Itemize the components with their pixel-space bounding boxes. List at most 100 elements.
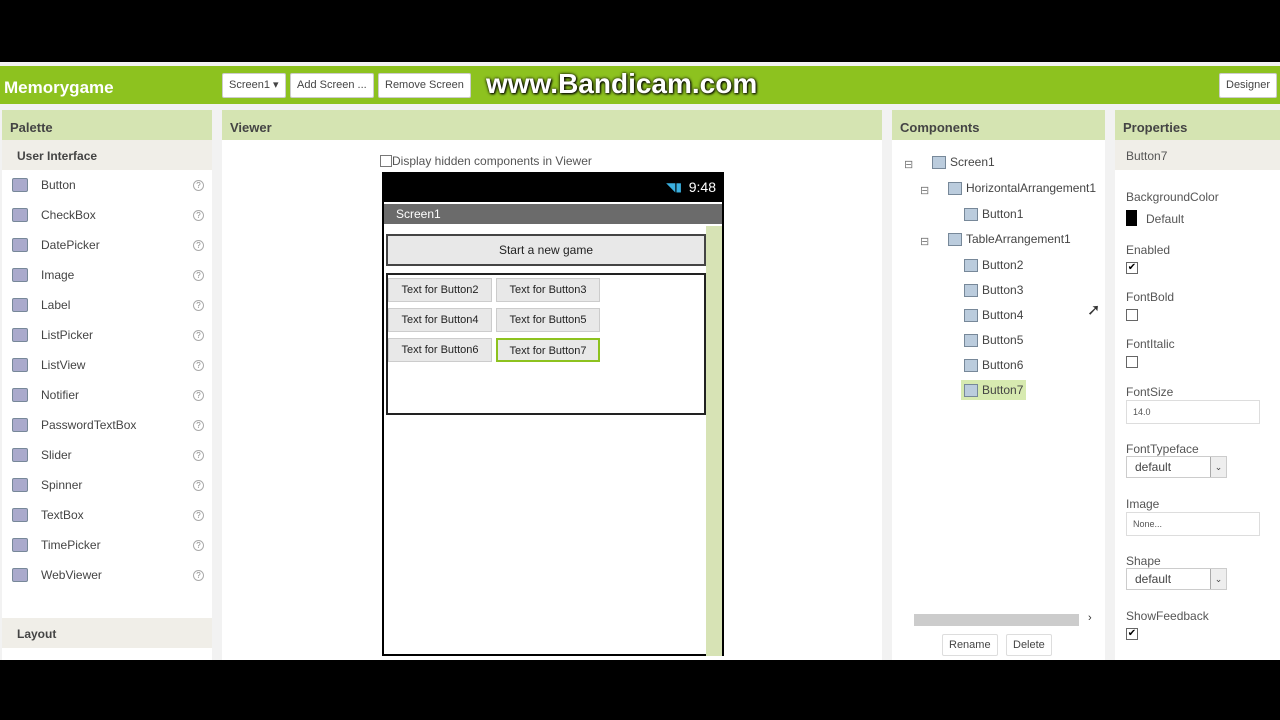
component-button4[interactable]: Button4: [961, 305, 1026, 325]
palette-item-button[interactable]: Button?: [2, 170, 212, 200]
component-icon: [964, 207, 978, 221]
help-icon[interactable]: ?: [193, 239, 204, 251]
component-button6[interactable]: Button6: [961, 355, 1026, 375]
palette-item-label: Notifier: [41, 388, 80, 402]
phone-button-4[interactable]: Text for Button4: [388, 308, 492, 332]
help-icon[interactable]: ?: [193, 209, 204, 221]
palette-item-slider[interactable]: Slider?: [2, 440, 212, 470]
showfeedback-checkbox[interactable]: ✔: [1126, 628, 1138, 640]
rename-button[interactable]: Rename: [942, 634, 998, 656]
component-label: Button7: [982, 383, 1024, 397]
phone-preview: ◥▮ 9:48 Screen1 Start a new game Text fo…: [382, 172, 724, 656]
component-icon: [964, 308, 978, 322]
fontbold-checkbox[interactable]: [1126, 309, 1138, 321]
phone-button-2[interactable]: Text for Button2: [388, 278, 492, 302]
component-label: Button2: [982, 258, 1024, 272]
palette-item-textbox[interactable]: TextBox?: [2, 500, 212, 530]
component-button3[interactable]: Button3: [961, 280, 1026, 300]
component-button2[interactable]: Button2: [961, 255, 1026, 275]
add-screen-button[interactable]: Add Screen ...: [290, 73, 374, 98]
help-icon[interactable]: ?: [193, 389, 204, 401]
collapse-toggle-icon[interactable]: ⊟: [920, 235, 929, 248]
remove-screen-button[interactable]: Remove Screen: [378, 73, 471, 98]
palette-item-checkbox[interactable]: CheckBox?: [2, 200, 212, 230]
component-icon: [964, 333, 978, 347]
component-horizontalarrangement1[interactable]: HorizontalArrangement1: [945, 178, 1099, 198]
phone-scrollbar[interactable]: [706, 226, 722, 656]
help-icon[interactable]: ?: [193, 269, 204, 281]
fontbold-label: FontBold: [1126, 290, 1175, 304]
passwordtextbox-icon: [12, 418, 28, 432]
horizontal-scrollbar[interactable]: [914, 614, 1079, 626]
display-hidden-checkbox[interactable]: [380, 155, 392, 167]
help-icon[interactable]: ?: [193, 539, 204, 551]
slider-icon: [12, 448, 28, 462]
component-icon: [964, 283, 978, 297]
delete-button[interactable]: Delete: [1006, 634, 1052, 656]
top-bar: Memorygame Screen1 ▾ Add Screen ... Remo…: [0, 66, 1280, 104]
help-icon[interactable]: ?: [193, 569, 204, 581]
palette-item-spinner[interactable]: Spinner?: [2, 470, 212, 500]
palette-item-datepicker[interactable]: DatePicker?: [2, 230, 212, 260]
designer-button[interactable]: Designer: [1219, 73, 1278, 98]
help-icon[interactable]: ?: [193, 179, 204, 191]
palette-item-listview[interactable]: ListView?: [2, 350, 212, 380]
chevron-down-icon: ⌄: [1210, 457, 1226, 477]
project-title: Memorygame: [4, 78, 114, 97]
palette-section-user-interface[interactable]: User Interface: [2, 140, 212, 170]
fonttypeface-select[interactable]: default ⌄: [1126, 456, 1227, 478]
help-icon[interactable]: ?: [193, 509, 204, 521]
palette-item-label: Button: [41, 178, 76, 192]
component-button7[interactable]: Button7: [961, 380, 1027, 400]
palette-item-image[interactable]: Image?: [2, 260, 212, 290]
properties-title: Properties: [1115, 110, 1280, 140]
start-new-game-button[interactable]: Start a new game: [386, 234, 706, 266]
background-color-value[interactable]: Default: [1146, 212, 1184, 226]
component-tablearrangement1[interactable]: TableArrangement1: [945, 229, 1074, 249]
help-icon[interactable]: ?: [193, 359, 204, 371]
clock: 9:48: [688, 179, 716, 195]
enabled-checkbox[interactable]: ✔: [1126, 262, 1138, 274]
palette-item-passwordtextbox[interactable]: PasswordTextBox?: [2, 410, 212, 440]
palette-item-listpicker[interactable]: ListPicker?: [2, 320, 212, 350]
help-icon[interactable]: ?: [193, 329, 204, 341]
phone-button-5[interactable]: Text for Button5: [496, 308, 600, 332]
palette-item-label: Spinner: [41, 478, 83, 492]
fontitalic-checkbox[interactable]: [1126, 356, 1138, 368]
palette-item-label[interactable]: Label?: [2, 290, 212, 320]
palette-item-label: WebViewer: [41, 568, 102, 582]
help-icon[interactable]: ?: [193, 299, 204, 311]
palette-item-notifier[interactable]: Notifier?: [2, 380, 212, 410]
component-label: Button3: [982, 283, 1024, 297]
collapse-toggle-icon[interactable]: ⊟: [920, 184, 929, 197]
image-input[interactable]: None...: [1126, 512, 1260, 536]
scroll-right-icon[interactable]: ›: [1088, 612, 1092, 624]
mouse-cursor-icon: ➚: [1087, 302, 1101, 319]
help-icon[interactable]: ?: [193, 449, 204, 461]
palette-section-layout[interactable]: Layout: [2, 618, 212, 648]
screen-select[interactable]: Screen1 ▾: [222, 73, 286, 98]
color-swatch[interactable]: [1126, 210, 1137, 226]
phone-button-6[interactable]: Text for Button6: [388, 338, 492, 362]
collapse-toggle-icon[interactable]: ⊟: [904, 158, 913, 171]
button-icon: [12, 178, 28, 192]
phone-button-3[interactable]: Text for Button3: [496, 278, 600, 302]
fontsize-input[interactable]: 14.0: [1126, 400, 1260, 424]
component-icon: [948, 181, 962, 195]
component-button5[interactable]: Button5: [961, 330, 1026, 350]
help-icon[interactable]: ?: [193, 479, 204, 491]
component-label: Button4: [982, 308, 1024, 322]
fontitalic-label: FontItalic: [1126, 337, 1175, 351]
phone-button-7[interactable]: Text for Button7: [496, 338, 600, 362]
component-button1[interactable]: Button1: [961, 204, 1026, 224]
help-icon[interactable]: ?: [193, 419, 204, 431]
component-screen1[interactable]: Screen1: [929, 152, 998, 172]
viewer-panel: Viewer Display hidden components in View…: [222, 110, 882, 660]
palette-item-webviewer[interactable]: WebViewer?: [2, 560, 212, 590]
chevron-down-icon: ⌄: [1210, 569, 1226, 589]
checkbox-icon: [12, 208, 28, 222]
component-icon: [964, 383, 978, 397]
properties-panel: Properties Button7 BackgroundColor Defau…: [1115, 110, 1280, 660]
palette-item-timepicker[interactable]: TimePicker?: [2, 530, 212, 560]
shape-select[interactable]: default ⌄: [1126, 568, 1227, 590]
